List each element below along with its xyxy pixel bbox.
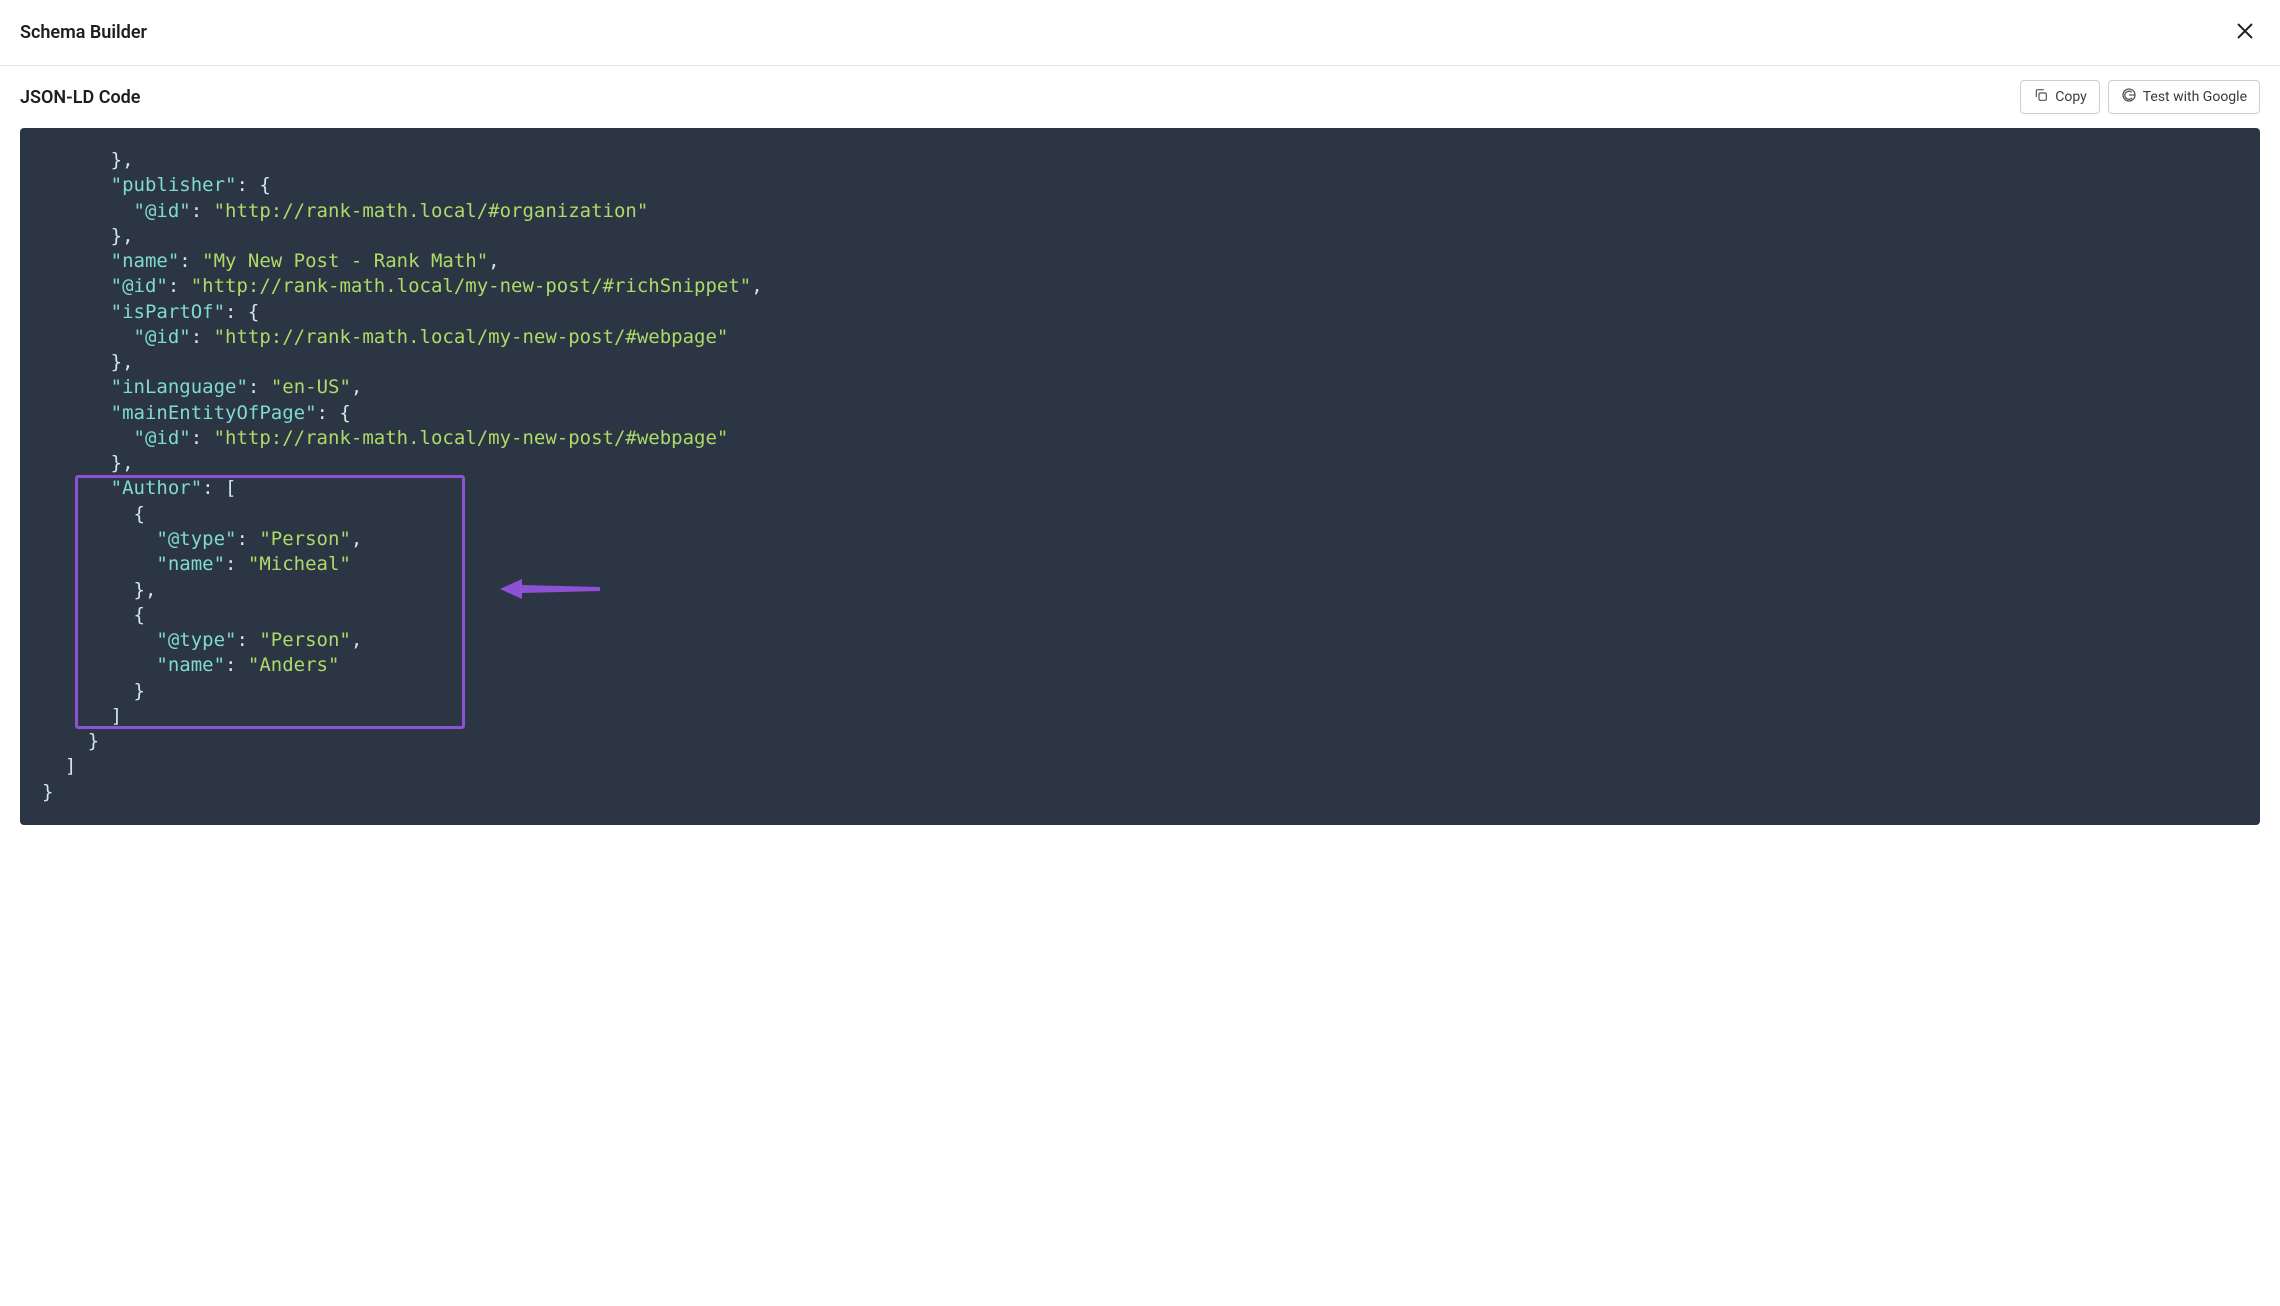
code-line: ] (42, 755, 76, 777)
code-line: "@id": "http://rank-math.local/my-new-po… (42, 275, 763, 297)
code-line: "@type": "Person", (42, 629, 362, 651)
close-icon (2234, 20, 2256, 45)
code-line: }, (42, 351, 134, 373)
code-line: "Author": [ (42, 477, 236, 499)
test-google-button[interactable]: Test with Google (2108, 80, 2260, 114)
code-line: "@id": "http://rank-math.local/my-new-po… (42, 326, 728, 348)
code-line: }, (42, 225, 134, 247)
code-line: } (42, 730, 99, 752)
modal-header: Schema Builder (0, 0, 2280, 66)
code-content: }, "publisher": { "@id": "http://rank-ma… (42, 148, 2238, 805)
code-line: "isPartOf": { (42, 301, 259, 323)
code-line: ] (42, 705, 122, 727)
code-line: "name": "Anders" (42, 654, 339, 676)
copy-icon (2033, 87, 2049, 107)
code-line: }, (42, 579, 156, 601)
code-line: "@type": "Person", (42, 528, 362, 550)
code-line: { (42, 604, 145, 626)
code-line: "inLanguage": "en-US", (42, 376, 362, 398)
code-line: } (42, 680, 145, 702)
code-block[interactable]: }, "publisher": { "@id": "http://rank-ma… (20, 128, 2260, 825)
code-line: "publisher": { (42, 174, 271, 196)
code-line: "@id": "http://rank-math.local/#organiza… (42, 200, 648, 222)
subheader-actions: Copy Test with Google (2020, 80, 2260, 114)
modal-title: Schema Builder (20, 22, 147, 43)
code-line: { (42, 503, 145, 525)
close-button[interactable] (2230, 16, 2260, 49)
code-line: "name": "My New Post - Rank Math", (42, 250, 500, 272)
copy-button[interactable]: Copy (2020, 80, 2100, 114)
code-line: "mainEntityOfPage": { (42, 402, 351, 424)
code-title: JSON-LD Code (20, 87, 140, 108)
copy-button-label: Copy (2055, 89, 2087, 105)
code-line: } (42, 781, 53, 803)
google-icon (2121, 87, 2137, 107)
test-google-button-label: Test with Google (2143, 89, 2247, 105)
code-line: }, (42, 149, 134, 171)
subheader: JSON-LD Code Copy Test with Google (0, 66, 2280, 128)
code-line: }, (42, 452, 134, 474)
code-line: "@id": "http://rank-math.local/my-new-po… (42, 427, 728, 449)
code-line: "name": "Micheal" (42, 553, 351, 575)
